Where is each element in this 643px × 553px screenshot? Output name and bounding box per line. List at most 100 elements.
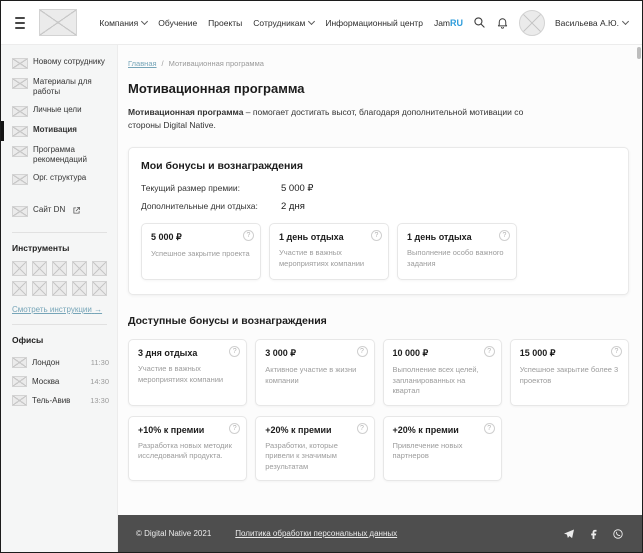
hamburger-menu-icon[interactable] <box>15 16 25 29</box>
available-row-2: +10% к премии Разработка новых методик и… <box>128 415 629 482</box>
placeholder-icon <box>12 126 28 137</box>
bonus-card-desc: Выполнение всех целей, запланированных н… <box>392 365 479 396</box>
bonus-card-title: +20% к премии <box>265 424 332 435</box>
bonus-card[interactable]: +10% к премии Разработка новых методик и… <box>128 415 248 482</box>
privacy-policy-link[interactable]: Политика обработки персональных данных <box>235 529 397 538</box>
footer-social-icons <box>563 528 624 540</box>
tools-grid <box>1 261 117 296</box>
nav-projects[interactable]: Проекты <box>208 18 242 28</box>
header-right: RU Васильева А.Ю. <box>450 9 630 36</box>
placeholder-icon <box>12 58 28 69</box>
help-icon[interactable]: ? <box>356 346 368 358</box>
sidebar-item-label: Мотивация <box>33 125 77 134</box>
help-icon[interactable]: ? <box>483 346 495 358</box>
view-instructions-label: Смотреть инструкции <box>12 305 92 314</box>
help-icon[interactable]: ? <box>243 230 254 242</box>
bonus-card[interactable]: 10 000 ₽ Выполнение всех целей, запланир… <box>382 339 502 406</box>
sidebar-item-work-materials[interactable]: Материалы для работы <box>1 73 117 101</box>
help-icon[interactable]: ? <box>229 422 241 434</box>
nav-company[interactable]: Компания <box>99 17 149 28</box>
nav-employees[interactable]: Сотрудникам <box>253 17 316 28</box>
breadcrumb: Главная / Мотивационная программа <box>128 59 629 68</box>
office-london[interactable]: Лондон 11:30 <box>1 353 117 372</box>
bonus-card[interactable]: +20% к премии Разработки, которые привел… <box>255 415 375 482</box>
help-icon[interactable]: ? <box>611 346 622 358</box>
tool-icon[interactable] <box>52 281 67 296</box>
sidebar-item-label: Программа рекомендаций <box>33 145 87 164</box>
bonus-card[interactable]: 3 000 ₽ Активное участие в жизни компани… <box>255 339 375 406</box>
tool-icon[interactable] <box>12 281 27 296</box>
current-bonus-label: Текущий размер премии: <box>141 183 241 194</box>
facebook-icon[interactable] <box>588 528 599 539</box>
tool-icon[interactable] <box>32 261 47 276</box>
nav-projects-label: Проекты <box>208 17 243 28</box>
help-icon[interactable]: ? <box>483 422 495 434</box>
scrollbar-thumb[interactable] <box>637 47 641 59</box>
telegram-icon[interactable] <box>563 528 575 540</box>
bonus-card-title: 3 дня отдыха <box>138 348 198 359</box>
search-icon[interactable] <box>473 16 486 29</box>
avatar[interactable] <box>519 9 545 36</box>
nav-jam[interactable]: Jam <box>434 18 450 28</box>
tool-icon[interactable] <box>12 261 27 276</box>
placeholder-icon <box>12 174 28 185</box>
tool-icon[interactable] <box>52 261 67 276</box>
nav-education-label: Обучение <box>158 17 198 28</box>
breadcrumb-home-link[interactable]: Главная <box>128 59 157 68</box>
user-name: Васильева А.Ю. <box>555 17 619 28</box>
nav-info-center-label: Информационный центр <box>325 17 423 28</box>
office-moscow[interactable]: Москва 14:30 <box>1 372 117 391</box>
bonus-card[interactable]: 15 000 ₽ Успешное закрытие более 3 проек… <box>509 339 629 406</box>
tool-icon[interactable] <box>32 281 47 296</box>
bonus-card[interactable]: 5 000 ₽ Успешное закрытие проекта ? <box>141 223 261 281</box>
user-menu[interactable]: Васильева А.Ю. <box>555 17 630 28</box>
bonus-card-desc: Успешное закрытие более 3 проектов <box>519 365 619 385</box>
sidebar-item-org-structure[interactable]: Орг. структура <box>1 169 117 189</box>
sidebar-item-personal-goals[interactable]: Личные цели <box>1 101 117 121</box>
arrow-right-icon: → <box>94 305 103 314</box>
tool-icon[interactable] <box>92 281 107 296</box>
sidebar-item-motivation[interactable]: Мотивация <box>1 121 117 141</box>
intro-text: Мотивационная программа – помогает дости… <box>128 106 558 132</box>
help-icon[interactable]: ? <box>371 230 382 242</box>
sidebar-item-dn-site[interactable]: Сайт DN <box>1 201 117 222</box>
help-icon[interactable]: ? <box>229 346 241 358</box>
breadcrumb-current: Мотивационная программа <box>168 59 264 68</box>
bonus-card-desc: Разработка новых методик исследований пр… <box>138 440 232 461</box>
tools-title: Инструменты <box>12 243 70 253</box>
help-icon[interactable]: ? <box>356 422 368 434</box>
external-link-icon <box>72 206 81 218</box>
bonus-card-title: +20% к премии <box>392 424 459 435</box>
current-bonus-row: Текущий размер премии: 5 000 ₽ <box>141 183 616 194</box>
sidebar-item-new-employee[interactable]: Новому сотруднику <box>1 53 117 73</box>
chevron-down-icon <box>308 17 316 25</box>
view-instructions-link[interactable]: Смотреть инструкции → <box>12 305 102 314</box>
offices-title: Офисы <box>12 335 44 345</box>
help-icon[interactable]: ? <box>499 230 510 242</box>
nav-info-center[interactable]: Информационный центр <box>325 18 423 28</box>
office-city: Москва <box>32 377 60 386</box>
available-bonuses-title: Доступные бонусы и вознаграждения <box>128 315 327 328</box>
office-city: Тель-Авив <box>32 396 71 405</box>
bonus-card[interactable]: 1 день отдыха Участие в важных мероприят… <box>269 223 389 281</box>
logo-placeholder[interactable] <box>38 9 78 36</box>
nav-education[interactable]: Обучение <box>158 18 197 28</box>
language-switcher[interactable]: RU <box>450 18 463 28</box>
sidebar-divider <box>12 232 107 233</box>
sidebar-item-label: Новому сотруднику <box>33 57 105 66</box>
bonus-card-desc: Успешное закрытие проекта <box>151 249 250 259</box>
bonus-card-desc: Активное участие в жизни компании <box>265 365 357 385</box>
tool-icon[interactable] <box>92 261 107 276</box>
tool-icon[interactable] <box>72 281 87 296</box>
nav-company-label: Компания <box>99 17 139 28</box>
bonus-card-title: 3 000 ₽ <box>265 348 296 359</box>
bell-icon[interactable] <box>496 16 509 29</box>
sidebar-item-referral-program[interactable]: Программа рекомендаций <box>1 141 117 169</box>
bonus-card[interactable]: 1 день отдыха Выполнение особо важного з… <box>397 223 517 281</box>
office-telaviv[interactable]: Тель-Авив 13:30 <box>1 391 117 410</box>
bonus-card[interactable]: +20% к премии Привлечение новых партнеро… <box>382 415 502 482</box>
bonus-card[interactable]: 3 дня отдыха Участие в важных мероприяти… <box>128 339 248 406</box>
whatsapp-icon[interactable] <box>612 528 624 540</box>
sidebar: Новому сотруднику Материалы для работы Л… <box>1 45 118 552</box>
tool-icon[interactable] <box>72 261 87 276</box>
